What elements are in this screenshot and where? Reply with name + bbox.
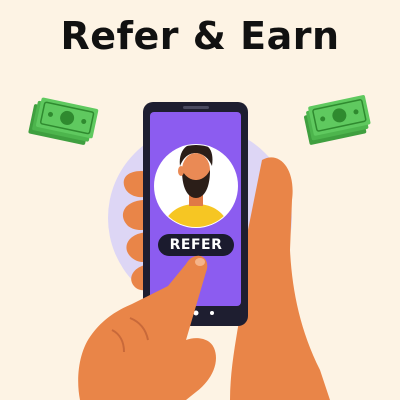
illustration (28, 95, 371, 400)
phone-speaker (183, 106, 209, 109)
nav-recent-dot (210, 311, 214, 315)
nav-back-dot (178, 311, 182, 315)
money-right-icon (304, 95, 371, 145)
nav-home-dot (193, 310, 199, 316)
refer-button[interactable]: REFER (158, 234, 234, 256)
money-left-icon (28, 97, 99, 145)
